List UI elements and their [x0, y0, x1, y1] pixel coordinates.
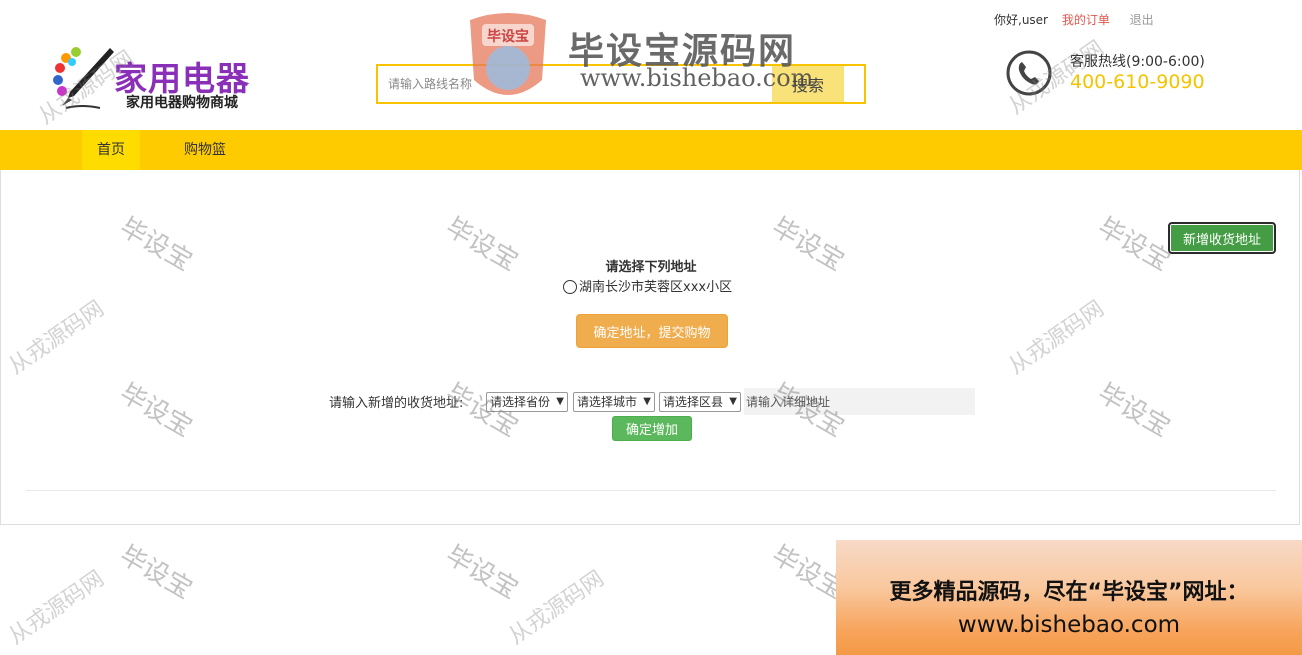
- county-select-value: 请选择区县: [663, 395, 724, 409]
- chevron-down-icon: ▼: [643, 396, 651, 407]
- address-radio[interactable]: [563, 280, 577, 294]
- user-links: 你好,user 我的订单 退出: [994, 11, 1154, 28]
- watermark-logo-text: 毕设宝: [487, 28, 529, 45]
- choose-address-title: 请选择下列地址: [605, 260, 697, 275]
- watermark-logo-icon: 毕设宝: [470, 13, 546, 95]
- promo-url: www.bishebao.com: [957, 612, 1181, 638]
- address-option-label: 湖南长沙市芙蓉区xxx小区: [579, 280, 733, 295]
- city-select-value: 请选择城市: [577, 395, 638, 409]
- my-orders-link[interactable]: 我的订单: [1062, 13, 1110, 27]
- watermark-text: 毕设宝: [114, 540, 198, 606]
- logout-link[interactable]: 退出: [1130, 13, 1154, 27]
- logo-subtitle: 家用电器购物商城: [126, 95, 238, 111]
- city-select[interactable]: 请选择城市 ▼: [573, 392, 655, 412]
- watermark-url: www.bishebao.com: [580, 64, 814, 92]
- county-select[interactable]: 请选择区县 ▼: [659, 392, 741, 412]
- nav-item-cart[interactable]: 购物篮: [184, 130, 226, 170]
- chevron-down-icon: ▼: [556, 396, 564, 407]
- watermark-text: 毕设宝: [440, 540, 524, 606]
- confirm-add-button[interactable]: 确定增加: [612, 416, 692, 441]
- chevron-down-icon: ▼: [729, 396, 737, 407]
- content-divider: [26, 490, 1276, 491]
- hotline-number: 400-610-9090: [1070, 71, 1205, 93]
- watermark-diagonal: 从戎源码网: [4, 566, 109, 650]
- address-option[interactable]: 湖南长沙市芙蓉区xxx小区: [563, 276, 732, 295]
- user-greeting: 你好,user: [994, 13, 1048, 27]
- confirm-address-submit-button[interactable]: 确定地址，提交购物: [576, 314, 728, 348]
- main-nav: 首页 购物篮: [0, 130, 1302, 170]
- promo-line1: 更多精品源码，尽在“毕设宝”网址：: [889, 580, 1249, 605]
- promo-banner: 更多精品源码，尽在“毕设宝”网址： www.bishebao.com: [836, 540, 1302, 655]
- add-address-button[interactable]: 新增收货地址: [1168, 222, 1276, 254]
- nav-item-home[interactable]: 首页: [82, 130, 140, 170]
